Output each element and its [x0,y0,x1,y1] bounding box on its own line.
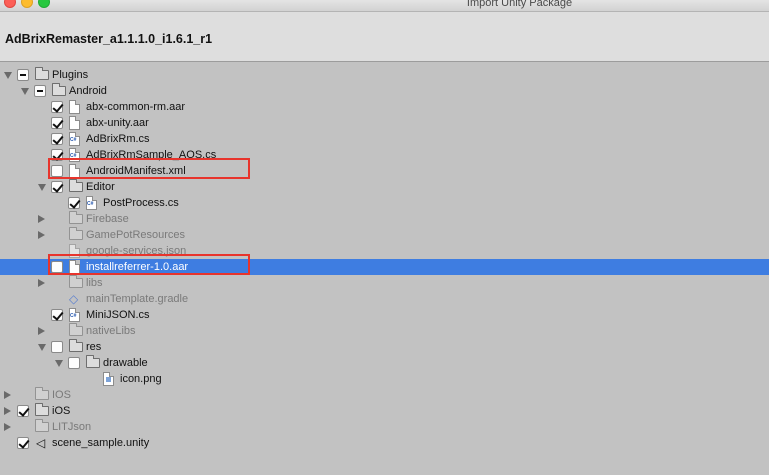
tree-item-label: PostProcess.cs [103,197,179,209]
tree-item-label: LITJson [52,421,92,433]
tree-item-label: Firebase [86,213,129,225]
csharp-file-icon [69,308,80,322]
tree-row-ios[interactable]: iOS [0,403,769,419]
tree-item-label: iOS [52,405,71,417]
tree-item-label: abx-common-rm.aar [86,101,186,113]
folder-icon [69,179,83,192]
folder-icon [35,67,49,80]
folder-icon [35,403,49,416]
include-checkbox[interactable] [17,437,29,449]
expanded-arrow-icon[interactable] [38,184,46,191]
include-checkbox[interactable] [17,69,29,81]
tree-row-plugins[interactable]: Plugins [0,67,769,83]
tree-row-litjson[interactable]: LITJson [0,419,769,435]
tree-item-label: Android [69,85,107,97]
annotation-box-installreferrer [48,254,250,275]
tree-item-label: libs [86,277,103,289]
tree-row-adbrixrm-cs[interactable]: AdBrixRm.cs [0,131,769,147]
collapsed-arrow-icon[interactable] [4,423,11,431]
tree-row-nativelibs[interactable]: nativeLibs [0,323,769,339]
include-checkbox[interactable] [68,357,80,369]
folder-icon [69,211,83,224]
tree-row-scene-sample-unity[interactable]: ◁ scene_sample.unity [0,435,769,451]
include-checkbox[interactable] [51,181,63,193]
folder-icon [86,355,100,368]
tree-row-drawable[interactable]: drawable [0,355,769,371]
window-title: Import Unity Package [466,0,573,9]
tree-row-gamepotresources[interactable]: GamePotResources [0,227,769,243]
collapsed-arrow-icon[interactable] [38,279,45,287]
tree-item-label: nativeLibs [86,325,136,337]
include-checkbox[interactable] [51,341,63,353]
tree-item-label: IOS [52,389,71,401]
collapsed-arrow-icon[interactable] [38,327,45,335]
tree-row-abx-unity-aar[interactable]: abx-unity.aar [0,115,769,131]
expanded-arrow-icon[interactable] [55,360,63,367]
include-checkbox[interactable] [51,309,63,321]
include-checkbox[interactable] [51,117,63,129]
tree-row-minijson-cs[interactable]: MiniJSON.cs [0,307,769,323]
csharp-file-icon [69,132,80,146]
tree-row-ios[interactable]: IOS [0,387,769,403]
folder-icon [35,419,49,432]
window-titlebar: Import Unity Package [0,0,769,12]
file-icon [69,116,80,130]
file-icon [69,100,80,114]
collapsed-arrow-icon[interactable] [4,407,11,415]
tree-item-label: AdBrixRm.cs [86,133,150,145]
include-checkbox[interactable] [51,133,63,145]
tree-item-label: icon.png [120,373,162,385]
include-checkbox[interactable] [17,405,29,417]
tree-row-android[interactable]: Android [0,83,769,99]
collapsed-arrow-icon[interactable] [38,231,45,239]
tree-row-firebase[interactable]: Firebase [0,211,769,227]
folder-icon [69,323,83,336]
annotation-box-android-manifest [48,158,250,179]
include-checkbox[interactable] [51,101,63,113]
tree-row-libs[interactable]: libs [0,275,769,291]
tree-item-label: mainTemplate.gradle [86,293,189,305]
tree-row-editor[interactable]: Editor [0,179,769,195]
folder-icon [69,275,83,288]
tree-row-res[interactable]: res [0,339,769,355]
collapsed-arrow-icon[interactable] [4,391,11,399]
tree-item-label: Editor [86,181,115,193]
tree-row-postprocess-cs[interactable]: PostProcess.cs [0,195,769,211]
tree-row-maintemplate-gradle[interactable]: ◇ mainTemplate.gradle [0,291,769,307]
tree-item-label: drawable [103,357,148,369]
folder-icon [69,339,83,352]
tree-row-abx-common-rm-aar[interactable]: abx-common-rm.aar [0,99,769,115]
folder-icon [69,227,83,240]
include-checkbox[interactable] [68,197,80,209]
expanded-arrow-icon[interactable] [21,88,29,95]
tree-item-label: MiniJSON.cs [86,309,150,321]
tree-row-icon-png[interactable]: icon.png [0,371,769,387]
include-checkbox[interactable] [34,85,46,97]
tree-item-label: scene_sample.unity [52,437,150,449]
tree-item-label: res [86,341,102,353]
package-header: AdBrixRemaster_a1.1.1.0_i1.6.1_r1 [0,12,769,62]
unity-scene-icon: ◁ [36,436,46,450]
csharp-file-icon [86,196,97,210]
folder-icon [35,387,49,400]
folder-icon [52,83,66,96]
image-file-icon [103,372,114,386]
expanded-arrow-icon[interactable] [4,72,12,79]
package-name: AdBrixRemaster_a1.1.1.0_i1.6.1_r1 [5,32,213,46]
collapsed-arrow-icon[interactable] [38,215,45,223]
tree-item-label: abx-unity.aar [86,117,149,129]
tree-item-label: Plugins [52,69,89,81]
gradle-file-icon: ◇ [69,292,79,306]
tree-item-label: GamePotResources [86,229,186,241]
expanded-arrow-icon[interactable] [38,344,46,351]
